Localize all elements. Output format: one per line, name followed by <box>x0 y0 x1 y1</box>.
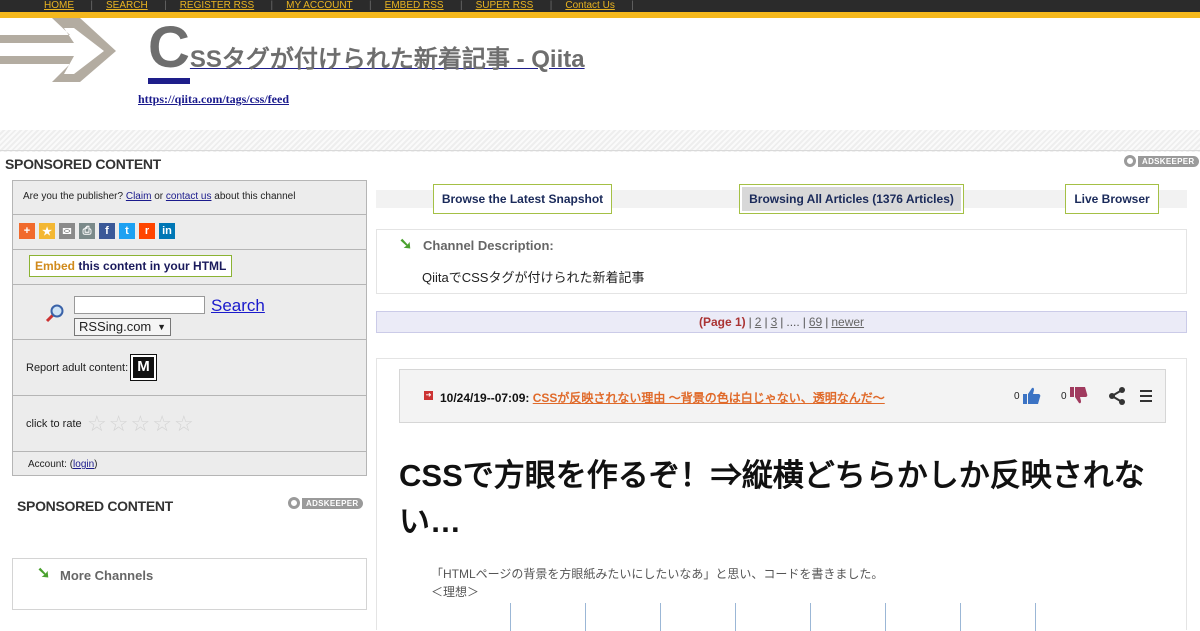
facebook-icon[interactable]: f <box>99 223 115 239</box>
star-icon[interactable]: ★ <box>39 223 55 239</box>
email-icon[interactable]: ✉ <box>59 223 75 239</box>
embed-row: Embed this content in your HTML <box>13 250 366 285</box>
dislike-count: 0 <box>1061 391 1067 402</box>
tab-live-browser[interactable]: Live Browser <box>1065 184 1159 214</box>
search-button[interactable]: Search <box>211 296 265 316</box>
publisher-row: Are you the publisher? Claim or contact … <box>13 181 366 215</box>
reddit-icon[interactable]: r <box>139 223 155 239</box>
share-row: + ★ ✉ ⎙ f t r in <box>13 215 366 250</box>
star-2-icon[interactable]: ☆ <box>109 413 129 435</box>
page-3-link[interactable]: 3 <box>771 315 778 329</box>
header-divider <box>0 150 1200 151</box>
embed-button[interactable]: Embed this content in your HTML <box>29 255 233 277</box>
rating-stars: ☆ ☆ ☆ ☆ ☆ <box>87 413 194 435</box>
nav-home[interactable]: HOME <box>28 0 93 12</box>
sponsored-label-top: SPONSORED CONTENT <box>5 156 161 172</box>
article-card: ➜ 10/24/19--07:09: CSSが反映されない理由 ～背景の色は白じ… <box>376 358 1187 631</box>
title-initial: C <box>148 18 190 84</box>
post-title-link[interactable]: CSSが反映されない理由 ～背景の色は白じゃない、透明なんだ～ <box>533 391 885 405</box>
nav-my-account[interactable]: MY ACCOUNT <box>270 0 371 12</box>
site-title[interactable]: CSSタグが付けられた新着記事 - Qiita <box>148 18 585 84</box>
linkedin-icon[interactable]: in <box>159 223 175 239</box>
arrow-bullet-icon: ➜ <box>424 391 433 400</box>
login-link[interactable]: login <box>73 459 94 470</box>
adskeeper-logo-top[interactable]: ADSKEEPER <box>1124 155 1199 167</box>
star-5-icon[interactable]: ☆ <box>174 413 194 435</box>
top-nav: HOME SEARCH REGISTER RSS MY ACCOUNT EMBE… <box>0 0 1200 12</box>
channel-sidebar: Are you the publisher? Claim or contact … <box>12 180 367 476</box>
share-icon[interactable] <box>1107 386 1127 406</box>
nav-super-rss[interactable]: SUPER RSS <box>460 0 553 12</box>
print-icon[interactable]: ⎙ <box>79 223 95 239</box>
more-channels-link[interactable]: More Channels <box>60 568 153 583</box>
menu-icon[interactable] <box>1139 389 1153 403</box>
star-1-icon[interactable]: ☆ <box>87 413 107 435</box>
search-input[interactable] <box>74 296 205 314</box>
green-arrow-icon: ➘ <box>37 565 51 582</box>
report-row: Report adult content: M <box>13 340 366 396</box>
tab-all-articles[interactable]: Browsing All Articles (1376 Articles) <box>739 184 964 214</box>
nav-register-rss[interactable]: REGISTER RSS <box>164 0 274 12</box>
claim-link[interactable]: Claim <box>126 191 152 202</box>
search-scope-select[interactable]: RSSing.com ▼ <box>74 318 171 336</box>
star-4-icon[interactable]: ☆ <box>152 413 172 435</box>
article-headline: CSSで方眼を作るぞ！⇒縦横どちらかしか反映されない… <box>399 458 1145 539</box>
header-stripe <box>0 130 1200 152</box>
page-last-link[interactable]: 69 <box>809 315 822 329</box>
post-datetime: 10/24/19--07:09: <box>440 391 530 405</box>
account-row: Account: (login) <box>28 459 98 470</box>
adskeeper-logo-left[interactable]: ADSKEEPER <box>288 497 363 509</box>
search-row: Search RSSing.com ▼ <box>13 285 366 340</box>
thumbs-down-icon[interactable] <box>1069 385 1089 405</box>
channel-description-label: Channel Description: <box>423 238 554 253</box>
thumbs-up-icon[interactable] <box>1022 386 1042 406</box>
adskeeper-ring-icon <box>288 497 300 509</box>
adskeeper-ring-icon <box>1124 155 1136 167</box>
page-2-link[interactable]: 2 <box>755 315 762 329</box>
rating-row: click to rate ☆ ☆ ☆ ☆ ☆ <box>13 396 366 452</box>
mature-content-icon[interactable]: M <box>130 354 157 381</box>
green-arrow-icon: ➘ <box>399 236 413 253</box>
star-3-icon[interactable]: ☆ <box>130 413 150 435</box>
twitter-icon[interactable]: t <box>119 223 135 239</box>
sponsored-label-left: SPONSORED CONTENT <box>17 498 173 514</box>
more-channels-box: ➘ More Channels <box>12 558 367 610</box>
pagination: (Page 1) | 2 | 3 | .... | 69 | newer <box>376 311 1187 333</box>
newer-link[interactable]: newer <box>831 315 864 329</box>
like-count: 0 <box>1014 391 1020 402</box>
article-snippet: 「HTMLページの背景を方眼紙みたいにしたいなあ」と思い、コードを書きました。 … <box>431 567 884 599</box>
title-rest: SSタグが付けられた新着記事 - Qiita <box>189 46 585 73</box>
post-header: ➜ 10/24/19--07:09: CSSが反映されない理由 ～背景の色は白じ… <box>399 369 1166 423</box>
magnifier-icon <box>45 304 64 323</box>
contact-us-link[interactable]: contact us <box>166 191 212 202</box>
nav-embed-rss[interactable]: EMBED RSS <box>369 0 463 12</box>
chevron-down-icon: ▼ <box>157 322 166 332</box>
plus-icon[interactable]: + <box>19 223 35 239</box>
feed-url-link[interactable]: https://qiita.com/tags/css/feed <box>138 92 289 107</box>
nav-contact-us[interactable]: Contact Us <box>549 0 634 12</box>
arrow-logo-icon <box>0 18 116 82</box>
current-page: (Page 1) <box>698 315 746 329</box>
channel-description-text: QiitaでCSSタグが付けられた新着記事 <box>422 270 645 285</box>
tab-latest-snapshot[interactable]: Browse the Latest Snapshot <box>433 184 612 214</box>
nav-search[interactable]: SEARCH <box>90 0 166 12</box>
channel-description-box: ➘ Channel Description: QiitaでCSSタグが付けられた… <box>376 229 1187 294</box>
